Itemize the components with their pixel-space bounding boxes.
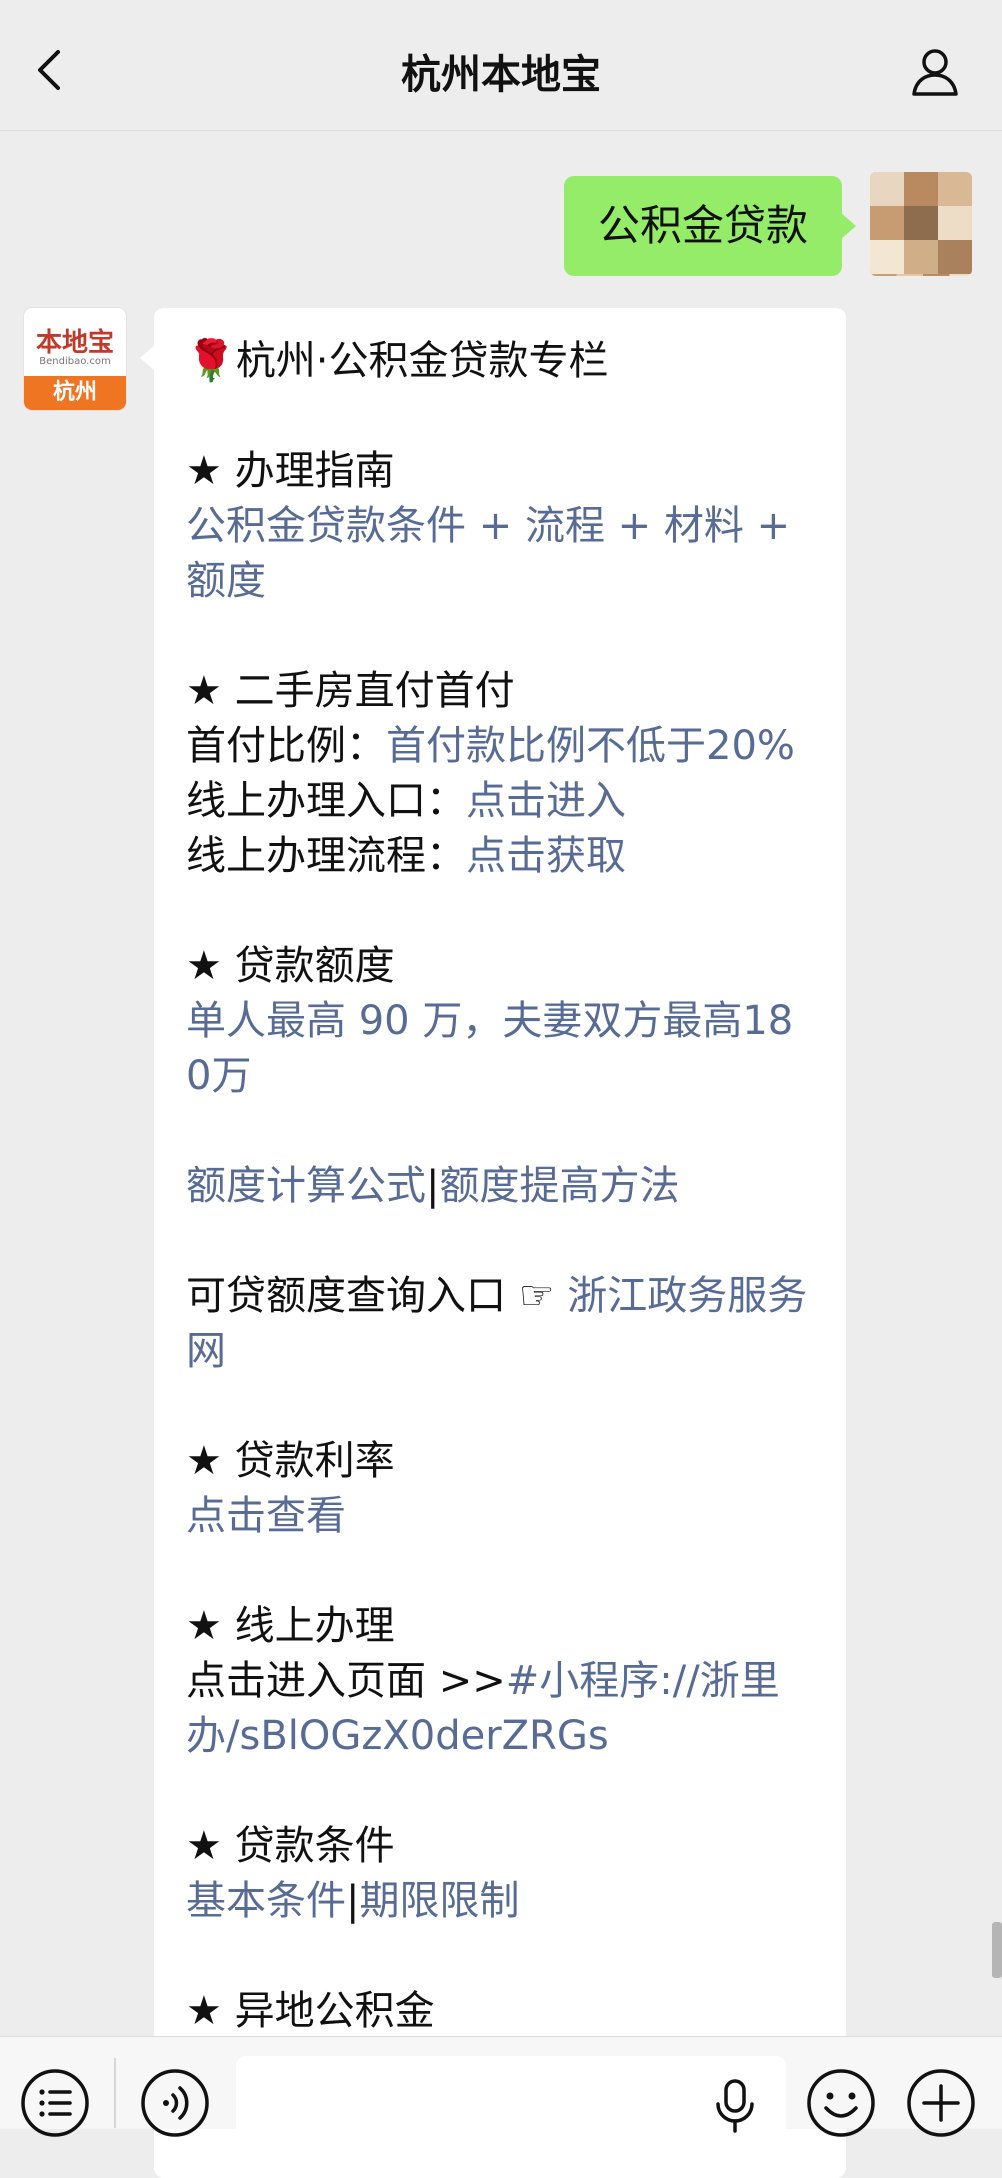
quota-query-label: 可贷额度查询入口 (186, 1273, 506, 1319)
rose-icon: 🌹 (186, 338, 236, 384)
quota-link[interactable]: 单人最高 90 万，夫妻双方最高180万 (186, 998, 793, 1099)
chat-title: 杭州本地宝 (401, 52, 601, 98)
quota-formula-link[interactable]: 额度计算公式 (186, 1163, 426, 1209)
reply-message-bubble: 🌹杭州·公积金贷款专栏 ★ 办理指南 公积金贷款条件 + 流程 + 材料 + 额… (140, 308, 846, 2178)
reply-title-line: 🌹杭州·公积金贷款专栏 (186, 334, 814, 389)
section-heading: ★ 贷款利率 (186, 1438, 395, 1484)
entry-link[interactable]: 点击进入 (466, 778, 626, 824)
entry-label: 线上办理入口： (186, 778, 466, 824)
section-heading: ★ 贷款条件 (186, 1823, 395, 1869)
reply-title: 杭州·公积金贷款专栏 (235, 338, 609, 384)
bot-avatar-sub: Bendibao.com (39, 356, 111, 367)
section-heading: ★ 线上办理 (186, 1603, 395, 1649)
input-divider (114, 2058, 116, 2128)
section-heading: ★ 办理指南 (186, 448, 395, 494)
basic-conditions-link[interactable]: 基本条件 (186, 1878, 346, 1924)
rate-link[interactable]: 点击查看 (186, 1493, 346, 1539)
message-input[interactable] (236, 2056, 786, 2148)
process-link[interactable]: 点击获取 (466, 833, 626, 879)
ratio-link[interactable]: 首付款比例不低于20% (386, 723, 795, 769)
user-avatar[interactable] (870, 172, 972, 276)
microphone-icon[interactable] (712, 2078, 758, 2134)
bot-avatar[interactable]: 本地宝 Bendibao.com 杭州 (24, 308, 126, 410)
separator: | (346, 1878, 360, 1924)
section-heading: ★ 异地公积金 (186, 1988, 435, 2034)
online-label: 点击进入页面 >> (186, 1658, 506, 1704)
profile-icon[interactable] (908, 44, 962, 98)
top-bar: 杭州本地宝 (0, 0, 1002, 131)
bot-avatar-city: 杭州 (24, 376, 126, 410)
sent-message-bubble[interactable]: 公积金贷款 (563, 176, 857, 276)
ratio-label: 首付比例： (186, 723, 386, 769)
section-heading: ★ 二手房直付首付 (186, 668, 515, 714)
process-label: 线上办理流程： (186, 833, 466, 879)
separator: | (426, 1163, 440, 1209)
term-limit-link[interactable]: 期限限制 (359, 1878, 519, 1924)
pointing-hand-icon: ☞ (518, 1273, 555, 1319)
quota-raise-link[interactable]: 额度提高方法 (439, 1163, 679, 1209)
bot-avatar-logo: 本地宝 (35, 328, 114, 358)
guide-link[interactable]: 公积金贷款条件 + 流程 + 材料 + 额度 (186, 503, 790, 604)
scrollbar-thumb[interactable] (992, 1922, 1002, 1978)
section-heading: ★ 贷款额度 (186, 943, 395, 989)
